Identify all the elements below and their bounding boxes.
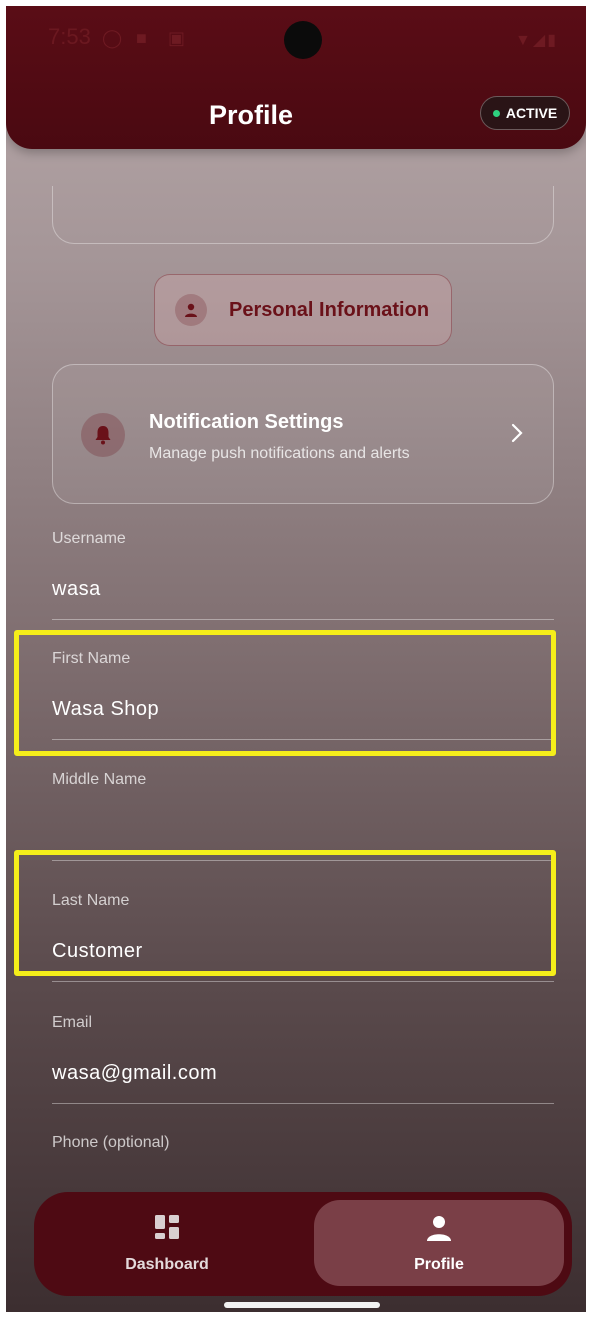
app-screen: 7:53 ◯ ■ ▣ ▼◢▮ Profile ACTIVE Personal I… [6,6,586,1312]
username-value: wasa [52,578,101,600]
notification-status-icon: ▣ [168,28,186,48]
status-badge: ACTIVE [480,96,570,130]
middle-name-field[interactable]: Middle Name [52,757,554,861]
profile-card-edge [52,186,554,244]
email-field[interactable]: Email wasa@gmail.com [52,1000,554,1104]
notification-settings-subtitle: Manage push notifications and alerts [149,445,410,462]
dashboard-icon [154,1214,180,1245]
nav-dashboard[interactable]: Dashboard [42,1200,292,1286]
notification-settings-card[interactable]: Notification Settings Manage push notifi… [52,364,554,504]
nav-profile[interactable]: Profile [314,1200,564,1286]
phone-label: Phone (optional) [52,1134,170,1151]
username-underline [52,619,554,620]
notification-settings-title: Notification Settings [149,411,344,433]
signal-battery-icon: ▼◢▮ [515,32,558,49]
status-time: 7:53 [48,24,91,49]
nav-profile-label: Profile [414,1256,464,1273]
last-name-underline [52,981,554,982]
email-label: Email [52,1014,93,1031]
bottom-navigation: Dashboard Profile [34,1192,572,1296]
first-name-highlight [14,630,556,756]
last-name-highlight [14,850,556,976]
page-title: Profile [208,100,294,130]
email-underline [52,1103,554,1104]
middle-name-label: Middle Name [52,771,147,788]
app-header: 7:53 ◯ ■ ▣ ▼◢▮ Profile ACTIVE [6,6,586,149]
active-dot-icon [492,109,500,117]
camera-cutout [284,21,322,59]
nav-dashboard-label: Dashboard [125,1256,209,1273]
email-value: wasa@gmail.com [52,1062,218,1084]
sim-status-icon: ■ [136,28,147,48]
person-icon [425,1214,453,1247]
username-label: Username [52,530,126,547]
status-badge-label: ACTIVE [505,105,558,121]
chevron-right-icon [511,423,523,448]
shield-status-icon: ◯ [102,28,123,48]
bell-icon [81,413,125,457]
personal-information-tab[interactable]: Personal Information [154,274,452,346]
username-field[interactable]: Username wasa [52,516,554,620]
person-icon [175,294,207,326]
home-indicator[interactable] [224,1302,380,1308]
section-label: Personal Information [229,298,430,321]
